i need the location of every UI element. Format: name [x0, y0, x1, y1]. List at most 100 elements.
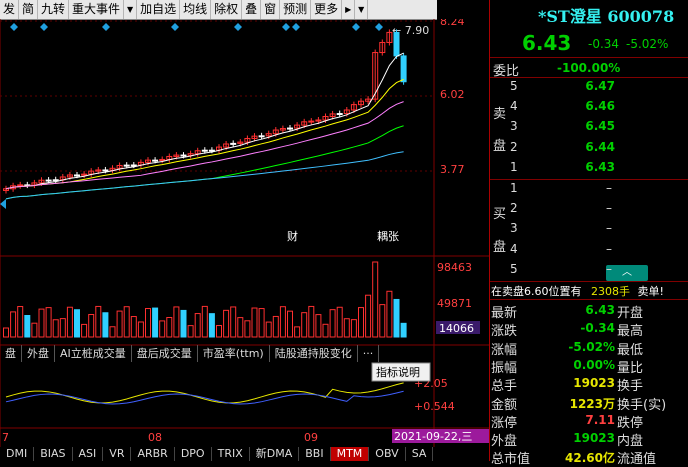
- sell-price: 6.45: [585, 119, 615, 134]
- volume-axis-label: 49871: [437, 297, 472, 310]
- toolbar-btn-10[interactable]: 更多: [311, 0, 343, 19]
- play-icon[interactable]: ▶: [342, 0, 356, 19]
- volume-bar: [358, 307, 364, 338]
- indicator-tab-1[interactable]: 外盘: [22, 345, 55, 362]
- volume-bar: [17, 306, 24, 338]
- stat-value: 7.11: [585, 412, 615, 427]
- toolbar-btn-6[interactable]: 除权: [211, 0, 243, 19]
- bottom-indicator-tabs: DMI BIAS ASI VR ARBR DPO TRIX 新DMA BBI MTM OBV SA: [0, 447, 489, 461]
- separator: [490, 299, 688, 300]
- scroll-left-icon: [0, 199, 6, 209]
- volume-bar: [343, 318, 350, 338]
- stat-label-right: 跌停: [617, 415, 644, 431]
- bottom-tab-asi[interactable]: ASI: [73, 447, 104, 461]
- stat-value: 19023: [573, 431, 615, 446]
- bottom-tab-dmi[interactable]: DMI: [0, 447, 35, 461]
- y-axis-label: 3.77: [440, 163, 465, 176]
- stat-value: 6.43: [585, 303, 615, 317]
- volume-bar: [336, 306, 343, 338]
- bottom-tab-mtm[interactable]: MTM: [330, 447, 370, 461]
- stock-title: *ST澄星 600078: [538, 7, 675, 26]
- toolbar-btn-9[interactable]: 预测: [280, 0, 312, 19]
- volume-bar: [237, 317, 244, 338]
- volume-bar: [24, 315, 31, 338]
- candle: [17, 184, 24, 187]
- kline-chart[interactable]: 8.246.023.77← 7.90984634987114066+2.05+0…: [0, 19, 489, 461]
- toolbar-btn-7[interactable]: 叠: [242, 0, 262, 19]
- collapse-arrow-icon[interactable]: ︿: [606, 265, 648, 281]
- indicator-tab-4[interactable]: 市盈率(ttm): [198, 345, 270, 362]
- stat-label: 最新: [491, 306, 518, 321]
- volume-bar: [301, 312, 308, 338]
- y-axis-label: 6.02: [440, 88, 465, 101]
- bottom-tab-arbr[interactable]: ARBR: [131, 447, 175, 461]
- toolbar-btn-5[interactable]: 均线: [180, 0, 212, 19]
- volume-bar: [45, 307, 52, 338]
- stat-value: -0.34: [580, 321, 615, 336]
- toolbar-btn-4[interactable]: 加自选: [137, 0, 181, 19]
- volume-bar: [216, 325, 222, 338]
- candle: [123, 164, 130, 167]
- buy-level: 1: [510, 181, 518, 195]
- indicator-tab-0[interactable]: 盘: [0, 345, 22, 362]
- bottom-tab-新dma[interactable]: 新DMA: [250, 447, 300, 461]
- toolbar-btn-1[interactable]: 简: [19, 0, 39, 19]
- chart-toolbar: 发简九转 重大事件 ▼ 加自选 均线 除权叠窗预测 更多 ▶ ▼: [0, 0, 437, 20]
- bottom-tab-sa[interactable]: SA: [406, 447, 434, 461]
- bottom-tab-obv[interactable]: OBV: [369, 447, 406, 461]
- stat-label-right: 量比: [617, 360, 644, 376]
- volume-bar: [315, 314, 322, 338]
- volume-bar: [74, 309, 80, 338]
- stat-value: -5.02%: [568, 339, 615, 354]
- volume-bar: [31, 322, 38, 338]
- volume-bar: [201, 305, 208, 338]
- cursor-date: 2021-09-22,三: [394, 430, 472, 443]
- buy-price: –: [606, 221, 612, 236]
- indicator-tab-6[interactable]: ···: [358, 345, 380, 362]
- volume-bar: [308, 305, 315, 338]
- volume-bar: [145, 308, 151, 338]
- sell-label: 盘: [493, 139, 507, 154]
- event-diamond-icon: [282, 23, 290, 31]
- sell-level: 2: [510, 139, 518, 154]
- volume-bar: [322, 323, 329, 338]
- toolbar-btn-0[interactable]: 发: [0, 0, 20, 19]
- indicator-tab-2[interactable]: AI立桩成交量: [55, 345, 132, 362]
- stat-label-right: 最高: [617, 324, 644, 340]
- candle: [393, 31, 400, 57]
- moving-average-line: [5, 101, 404, 190]
- sell-level: 5: [510, 79, 518, 93]
- bottom-tab-bbi[interactable]: BBI: [299, 447, 331, 461]
- volume-bar: [393, 298, 400, 338]
- toolbar-btn-2[interactable]: 九转: [38, 0, 70, 19]
- bottom-tab-bias[interactable]: BIAS: [34, 447, 73, 461]
- volume-bar: [3, 327, 9, 338]
- dropdown-icon[interactable]: ▼: [124, 0, 138, 19]
- last-price: 6.43: [522, 31, 572, 55]
- stat-label-right: 流通值: [617, 452, 657, 467]
- buy-level: 2: [510, 201, 518, 216]
- volume-bar: [109, 326, 116, 338]
- buy-price: –: [606, 181, 612, 195]
- bottom-tab-vr[interactable]: VR: [103, 447, 132, 461]
- stat-label-right: 换手: [617, 379, 644, 395]
- toolbar-btn-3[interactable]: 重大事件: [69, 0, 125, 19]
- event-diamond-icon: [292, 23, 300, 31]
- candle: [74, 174, 80, 177]
- indicator-tab-3[interactable]: 盘后成交量: [132, 345, 198, 362]
- indicator-tab-5[interactable]: 陆股通持股变化: [270, 345, 358, 362]
- event-marker: 耦张: [377, 230, 399, 243]
- bottom-tab-trix[interactable]: TRIX: [212, 447, 250, 461]
- buy-price: –: [606, 261, 612, 276]
- buy-label: 盘: [493, 240, 507, 255]
- toolbar-btn-8[interactable]: 窗: [261, 0, 281, 19]
- candle: [400, 55, 407, 83]
- buy-label: 买: [493, 207, 507, 222]
- buy-price: –: [606, 241, 612, 256]
- candle: [201, 149, 208, 152]
- volume-bar: [81, 323, 88, 338]
- menu-dropdown-icon[interactable]: ▼: [355, 0, 369, 19]
- bottom-tab-dpo[interactable]: DPO: [175, 447, 212, 461]
- candle: [230, 142, 237, 145]
- volume-bar: [272, 315, 279, 338]
